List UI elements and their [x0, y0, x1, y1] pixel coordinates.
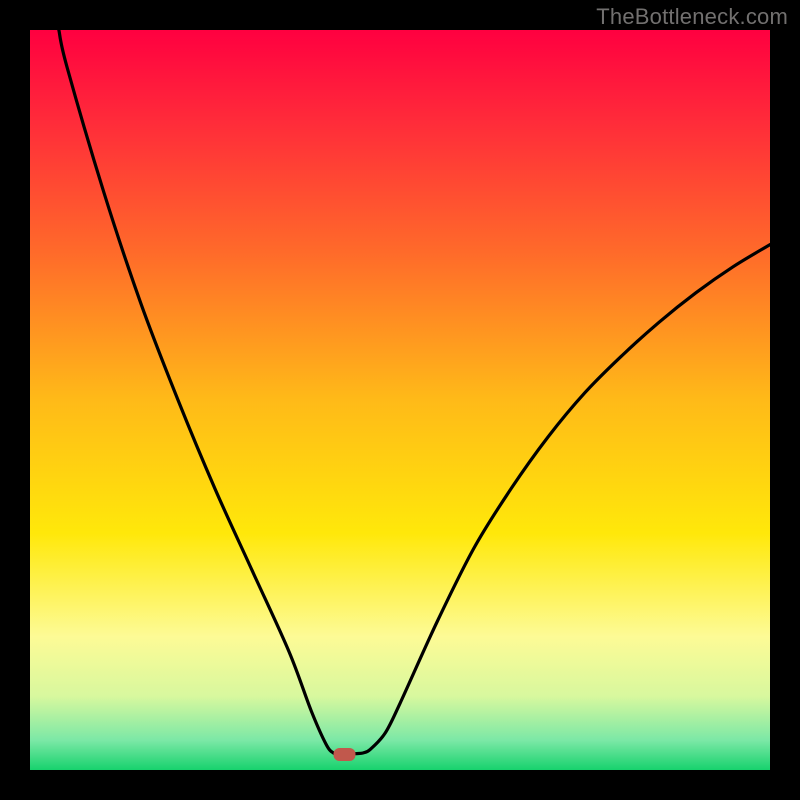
plot-background [30, 30, 770, 770]
chart-frame: TheBottleneck.com [0, 0, 800, 800]
optimum-marker [334, 748, 356, 761]
bottleneck-chart [0, 0, 800, 800]
watermark-text: TheBottleneck.com [596, 4, 788, 30]
